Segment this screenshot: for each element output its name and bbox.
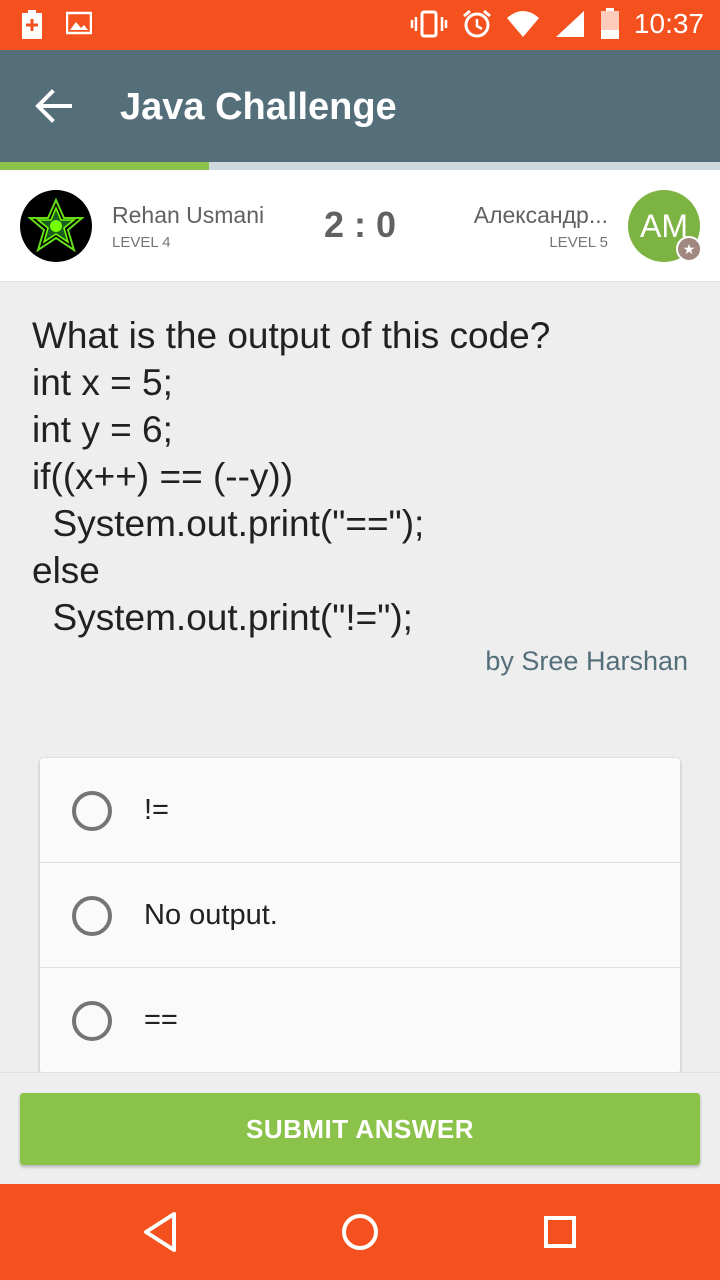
back-triangle-icon[interactable] bbox=[136, 1208, 184, 1256]
radio-button[interactable] bbox=[72, 1001, 112, 1041]
alarm-icon bbox=[462, 9, 491, 38]
answer-option-label: No output. bbox=[144, 899, 278, 931]
back-arrow-icon[interactable] bbox=[32, 84, 76, 128]
wifi-icon bbox=[506, 11, 539, 37]
question-author: by Sree Harshan bbox=[485, 646, 688, 676]
submit-answer-button[interactable]: SUBMIT ANSWER bbox=[20, 1093, 700, 1165]
system-nav-bar bbox=[0, 1184, 720, 1280]
status-bar: 10:37 bbox=[0, 0, 720, 50]
player1-avatar[interactable] bbox=[20, 190, 92, 262]
answer-options: != No output. == bbox=[40, 758, 680, 1073]
challenge-progress-bar bbox=[0, 162, 720, 170]
battery-saver-icon bbox=[22, 10, 42, 39]
star-logo-icon bbox=[27, 197, 85, 253]
radio-button[interactable] bbox=[72, 791, 112, 831]
page-title: Java Challenge bbox=[120, 86, 397, 128]
battery-icon bbox=[600, 8, 619, 39]
progress-fill bbox=[0, 162, 209, 170]
player1-level: LEVEL 4 bbox=[112, 234, 171, 251]
home-circle-icon[interactable] bbox=[336, 1208, 384, 1256]
player1-name: Rehan Usmani bbox=[112, 202, 265, 228]
app-bar: Java Challenge bbox=[0, 50, 720, 162]
player2-name: Александр... bbox=[473, 202, 608, 228]
signal-icon bbox=[555, 11, 584, 37]
submit-area: SUBMIT ANSWER bbox=[0, 1072, 720, 1184]
answer-option-2[interactable]: No output. bbox=[40, 863, 680, 968]
answer-option-label: == bbox=[144, 1004, 178, 1036]
question-text: What is the output of this code? int x =… bbox=[32, 315, 551, 638]
radio-button[interactable] bbox=[72, 896, 112, 936]
player2-level: LEVEL 5 bbox=[549, 234, 608, 251]
recents-square-icon[interactable] bbox=[536, 1208, 584, 1256]
image-icon bbox=[66, 11, 92, 35]
vibrate-icon bbox=[410, 10, 448, 38]
clock: 10:37 bbox=[633, 8, 704, 39]
answer-option-label: != bbox=[144, 794, 169, 826]
score: 2 : 0 bbox=[323, 204, 397, 245]
answer-option-1[interactable]: != bbox=[40, 758, 680, 863]
answer-option-3[interactable]: == bbox=[40, 968, 680, 1073]
star-badge-icon: ★ bbox=[676, 236, 702, 262]
players-header: Rehan Usmani LEVEL 4 2 : 0 Александр... … bbox=[0, 170, 720, 282]
